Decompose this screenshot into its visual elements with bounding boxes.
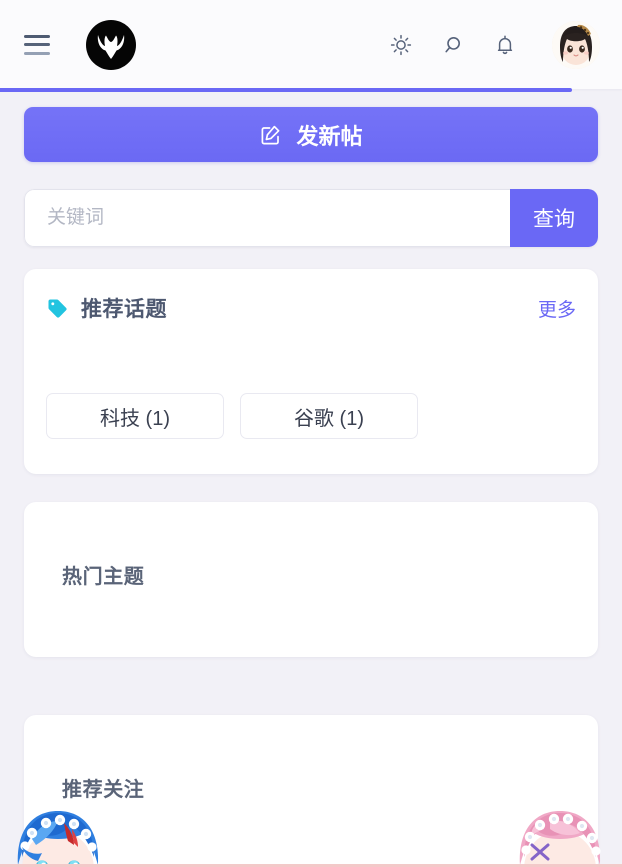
bull-logo-icon[interactable] (86, 19, 136, 70)
header-actions (388, 20, 600, 69)
hamburger-menu-icon[interactable] (24, 34, 50, 55)
new-post-button[interactable]: 发新帖 (24, 107, 598, 162)
recommended-follow-card: 推荐关注 (17, 715, 601, 867)
recommended-topics-title-group: 推荐话题 (46, 293, 167, 323)
recommended-topics-card: 推荐话题 更多 科技 (1) 谷歌 (1) (24, 269, 598, 474)
loading-bar-fill (0, 88, 573, 92)
bell-icon[interactable] (492, 32, 518, 58)
app-header (0, 0, 622, 92)
user-avatar-pink-hair[interactable] (504, 795, 616, 867)
recommended-follow-title: 推荐关注 (62, 779, 145, 801)
tag-icon (48, 298, 67, 318)
recommended-topics-header: 推荐话题 更多 (46, 291, 576, 325)
new-post-label: 发新帖 (296, 123, 363, 149)
page-loading-bar (0, 88, 622, 92)
sun-icon[interactable] (388, 32, 414, 58)
avatar[interactable] (552, 20, 600, 69)
topic-chip-list: 科技 (1) 谷歌 (1) (46, 393, 576, 439)
hamburger-line (24, 51, 50, 55)
hot-topics-title: 热门主题 (62, 566, 145, 588)
edit-square-icon (262, 125, 280, 144)
search-icon[interactable] (440, 32, 466, 58)
hamburger-line (24, 43, 50, 46)
search-submit-button[interactable]: 查询 (510, 189, 598, 247)
recommended-topics-title: 推荐话题 (81, 298, 167, 321)
topic-chip[interactable]: 科技 (1) (46, 393, 224, 439)
hot-topics-card: 热门主题 (24, 502, 598, 657)
hamburger-line (24, 34, 50, 38)
page-body: 发新帖 查询 推荐话题 更多 科技 (1) 谷歌 (1) 热门主题 推荐关注 (0, 89, 622, 867)
topic-chip[interactable]: 谷歌 (1) (240, 393, 418, 439)
recommended-topics-more-link[interactable]: 更多 (538, 295, 576, 322)
search-input[interactable] (24, 189, 510, 247)
user-avatar-blue-hair[interactable] (2, 795, 114, 867)
search-bar: 查询 (24, 189, 598, 247)
